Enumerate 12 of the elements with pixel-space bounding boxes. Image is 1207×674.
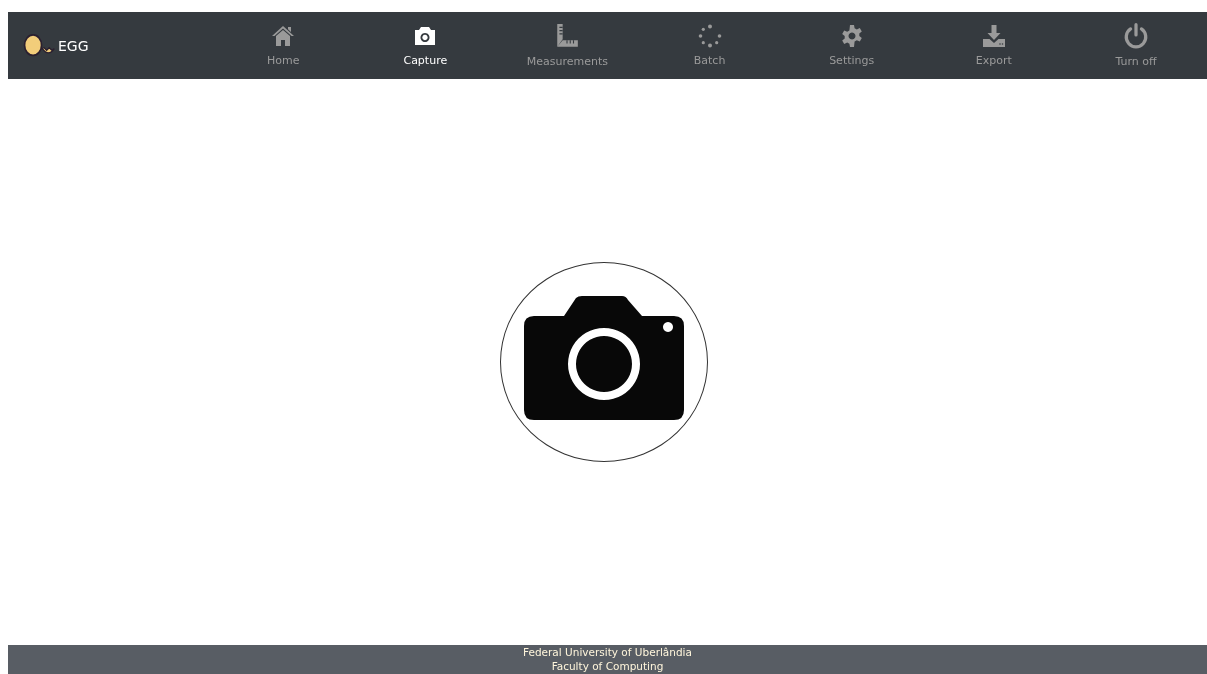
nav-tab[interactable]: Settings [780,12,923,79]
nav-tab[interactable]: Home [212,12,355,79]
footer-text: Faculty of Computing [551,659,664,673]
nav-tab[interactable]: Batch [638,12,781,79]
nav-tab[interactable]: Turn off [1064,12,1207,79]
nav-tab[interactable]: Export [922,12,1065,79]
brand-name: EGG [58,37,89,54]
camera-icon [523,296,684,420]
nav-tab[interactable]: Capture [354,12,497,79]
egg-logo-icon [22,33,56,58]
nav-tab[interactable]: Measurements [496,12,639,79]
footer-text: Federal University of Uberlândia [523,645,692,659]
